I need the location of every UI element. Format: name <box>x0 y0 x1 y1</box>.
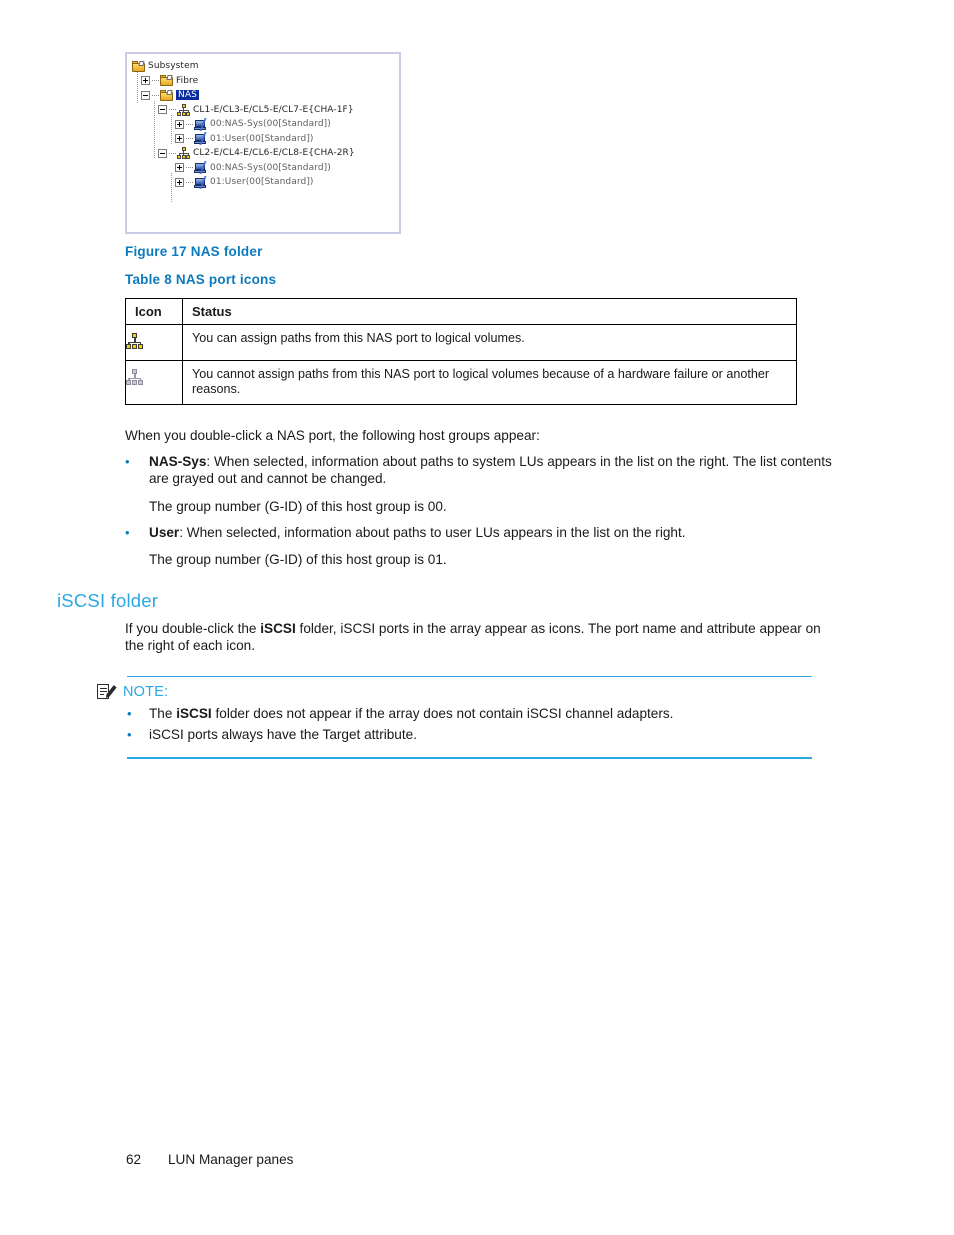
note-list-item: • iSCSI ports always have the Target att… <box>127 727 812 744</box>
tree-connector <box>169 109 176 111</box>
tree-item-fibre[interactable]: Fibre <box>132 74 399 89</box>
bullet-marker-icon: • <box>127 706 132 722</box>
bullet-marker-icon: • <box>125 454 130 469</box>
tree-connector <box>169 152 176 154</box>
nas-port-icons-table: Icon Status You can assign paths from th… <box>125 298 797 405</box>
column-header-status: Status <box>182 298 797 325</box>
nas-folder-tree-panel: Subsystem Fibre NAS CL1-E/CL3-E/CL5-E/CL… <box>125 52 401 234</box>
note-list: • The iSCSI folder does not appear if th… <box>127 706 812 743</box>
tree-connector <box>186 181 193 183</box>
tree-item-host-group[interactable]: 00:NAS-Sys(00[Standard]) <box>132 161 399 176</box>
nas-port-icon <box>177 103 190 116</box>
table-caption: Table 8 NAS port icons <box>125 272 277 287</box>
note-header: NOTE: <box>96 683 812 701</box>
figure-caption: Figure 17 NAS folder <box>125 244 263 259</box>
tree-item-nas-port-cl1[interactable]: CL1-E/CL3-E/CL5-E/CL7-E{CHA-1F} <box>132 103 399 118</box>
bullet-text: : When selected, information about paths… <box>149 454 832 486</box>
tree-item-host-group[interactable]: 00:NAS-Sys(00[Standard]) <box>132 117 399 132</box>
collapse-minus-icon[interactable] <box>141 90 150 100</box>
tree-guide-line <box>154 101 155 159</box>
tree-connector <box>152 94 159 96</box>
table-row: You cannot assign paths from this NAS po… <box>125 360 797 405</box>
tree-item-host-group[interactable]: 01:User(00[Standard]) <box>132 132 399 147</box>
tree-item-label: CL1-E/CL3-E/CL5-E/CL7-E{CHA-1F} <box>193 104 354 115</box>
group-number-note-01: The group number (G-ID) of this host gro… <box>149 552 447 567</box>
note-block: NOTE: • The iSCSI folder does not appear… <box>97 676 812 759</box>
column-header-icon: Icon <box>125 298 183 325</box>
tree-guide-line <box>171 173 172 202</box>
bullet-item-nas-sys: • NAS-Sys: When selected, information ab… <box>125 454 840 487</box>
note-divider-bottom <box>127 757 812 759</box>
note-pencil-icon <box>96 683 114 701</box>
tree-item-label: 00:NAS-Sys(00[Standard]) <box>210 119 331 129</box>
collapse-minus-icon[interactable] <box>158 148 167 158</box>
folder-icon <box>132 60 145 72</box>
host-group-icon <box>194 132 207 146</box>
host-group-icon <box>194 161 207 175</box>
page-footer: 62 LUN Manager panes <box>126 1152 293 1167</box>
expand-plus-icon[interactable] <box>141 76 150 86</box>
tree-item-label: Fibre <box>176 75 199 86</box>
expand-plus-icon[interactable] <box>175 163 184 173</box>
tree-view[interactable]: Subsystem Fibre NAS CL1-E/CL3-E/CL5-E/CL… <box>127 54 399 190</box>
note-item-post: folder does not appear if the array does… <box>211 706 674 722</box>
tree-item-label: CL2-E/CL4-E/CL6-E/CL8-E{CHA-2R} <box>193 148 355 158</box>
expand-plus-icon[interactable] <box>175 119 184 129</box>
iscsi-paragraph-pre: If you double-click the <box>125 621 261 636</box>
tree-item-host-group[interactable]: 01:User(00[Standard]) <box>132 175 399 190</box>
tree-item-label: Subsystem <box>148 61 199 71</box>
tree-connector <box>186 167 193 169</box>
bullet-text: : When selected, information about paths… <box>179 525 686 540</box>
tree-item-subsystem[interactable]: Subsystem <box>132 59 399 74</box>
table-row: You can assign paths from this NAS port … <box>125 324 797 361</box>
tree-guide-line <box>171 115 172 144</box>
nas-port-unavailable-icon <box>126 369 143 385</box>
note-item-pre: The <box>149 706 177 722</box>
iscsi-paragraph-bold: iSCSI <box>260 621 296 636</box>
nas-port-available-icon <box>126 333 143 349</box>
tree-item-nas[interactable]: NAS <box>132 88 399 103</box>
expand-plus-icon[interactable] <box>175 177 184 187</box>
table-header-row: Icon Status <box>125 298 797 325</box>
tree-connector <box>186 138 193 140</box>
intro-paragraph: When you double-click a NAS port, the fo… <box>125 428 540 443</box>
cell-status: You cannot assign paths from this NAS po… <box>182 360 797 405</box>
footer-title: LUN Manager panes <box>168 1152 294 1167</box>
cell-status: You can assign paths from this NAS port … <box>182 324 797 361</box>
bullet-item-user: • User: When selected, information about… <box>125 525 840 542</box>
cell-icon <box>125 324 183 361</box>
bullet-term: NAS-Sys <box>149 454 207 469</box>
bullet-marker-icon: • <box>127 726 132 742</box>
group-number-note-00: The group number (G-ID) of this host gro… <box>149 499 447 514</box>
tree-guide-line <box>137 72 138 103</box>
collapse-minus-icon[interactable] <box>158 105 167 115</box>
host-group-icon <box>194 175 207 189</box>
iscsi-paragraph: If you double-click the iSCSI folder, iS… <box>125 621 835 654</box>
tree-item-nas-port-cl2[interactable]: CL2-E/CL4-E/CL6-E/CL8-E{CHA-2R} <box>132 146 399 161</box>
tree-item-label: 01:User(00[Standard]) <box>210 177 314 187</box>
folder-icon <box>160 75 173 87</box>
folder-icon <box>160 89 173 101</box>
tree-item-label: 00:NAS-Sys(00[Standard]) <box>210 162 331 173</box>
bullet-marker-icon: • <box>125 525 130 540</box>
expand-plus-icon[interactable] <box>175 134 184 144</box>
cell-icon <box>125 360 183 405</box>
footer-page-number: 62 <box>126 1152 142 1167</box>
page-section-heading-iscsi: iSCSI folder <box>57 590 159 611</box>
note-label: NOTE: <box>123 684 169 701</box>
tree-item-label: NAS <box>176 90 199 100</box>
tree-connector <box>186 123 193 125</box>
note-divider-top <box>127 676 812 678</box>
tree-connector <box>152 80 159 82</box>
tree-item-label: 01:User(00[Standard]) <box>210 133 314 144</box>
note-item-bold: iSCSI <box>176 706 212 722</box>
host-group-icon <box>194 117 207 131</box>
note-item-pre: iSCSI ports always have the Target attri… <box>149 726 417 742</box>
bullet-term: User <box>149 525 180 540</box>
nas-port-icon <box>177 147 190 160</box>
note-list-item: • The iSCSI folder does not appear if th… <box>127 706 812 723</box>
